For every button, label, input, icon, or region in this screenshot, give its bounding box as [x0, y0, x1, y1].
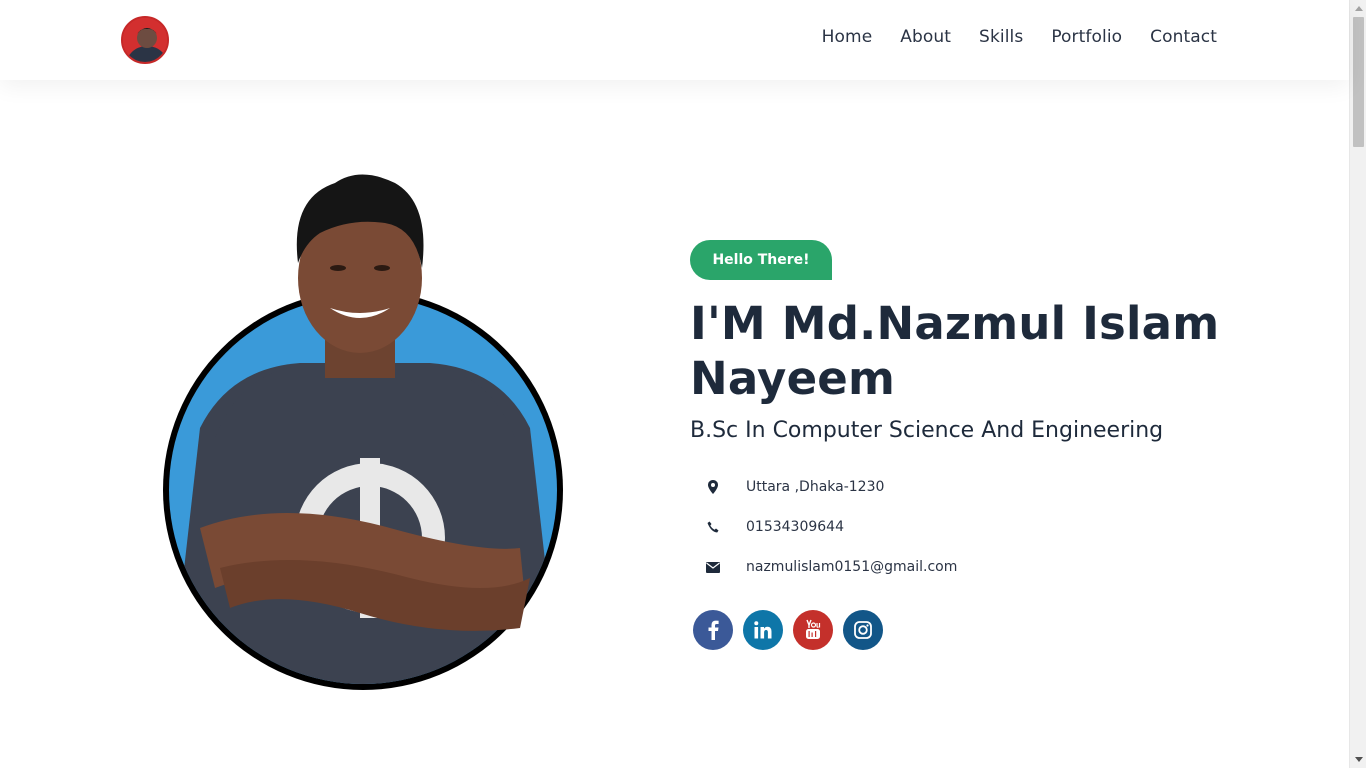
facebook-icon	[708, 620, 719, 640]
nav-home[interactable]: Home	[822, 27, 873, 47]
email-text: nazmulislam0151@gmail.com	[746, 559, 958, 575]
youtube-link[interactable]	[793, 610, 833, 650]
scrollbar-thumb[interactable]	[1353, 17, 1364, 147]
nav-contact[interactable]: Contact	[1150, 27, 1217, 47]
scroll-up-arrow-icon[interactable]	[1350, 0, 1366, 17]
hero-name: I'M Md.Nazmul Islam Nayeem	[690, 296, 1250, 406]
youtube-icon	[806, 619, 821, 639]
info-phone: 01534309644	[704, 518, 844, 536]
hero-name-line1: I'M Md.Nazmul Islam	[690, 297, 1220, 350]
hero-subtitle: B.Sc In Computer Science And Engineering	[690, 418, 1164, 443]
vertical-scrollbar[interactable]	[1349, 0, 1366, 768]
hero-name-line2: Nayeem	[690, 352, 896, 405]
social-links	[693, 610, 883, 650]
phone-icon	[704, 518, 722, 536]
linkedin-link[interactable]	[743, 610, 783, 650]
map-marker-icon	[704, 478, 722, 496]
logo-avatar[interactable]	[121, 16, 169, 64]
hero-profile-photo	[160, 168, 565, 693]
facebook-link[interactable]	[693, 610, 733, 650]
phone-text: 01534309644	[746, 519, 844, 535]
avatar-icon	[123, 18, 167, 62]
info-location: Uttara ,Dhaka-1230	[704, 478, 884, 496]
main-nav: Home About Skills Portfolio Contact	[822, 27, 1217, 47]
instagram-link[interactable]	[843, 610, 883, 650]
linkedin-icon	[754, 621, 772, 639]
scroll-down-arrow-icon[interactable]	[1350, 751, 1366, 768]
info-email: nazmulislam0151@gmail.com	[704, 558, 957, 576]
navbar: Home About Skills Portfolio Contact	[0, 0, 1349, 80]
nav-portfolio[interactable]: Portfolio	[1051, 27, 1122, 47]
envelope-icon	[704, 558, 722, 576]
nav-about[interactable]: About	[900, 27, 951, 47]
hello-badge[interactable]: Hello There!	[690, 240, 832, 280]
location-text: Uttara ,Dhaka-1230	[746, 479, 885, 495]
instagram-icon	[854, 621, 872, 639]
nav-skills[interactable]: Skills	[979, 27, 1023, 47]
